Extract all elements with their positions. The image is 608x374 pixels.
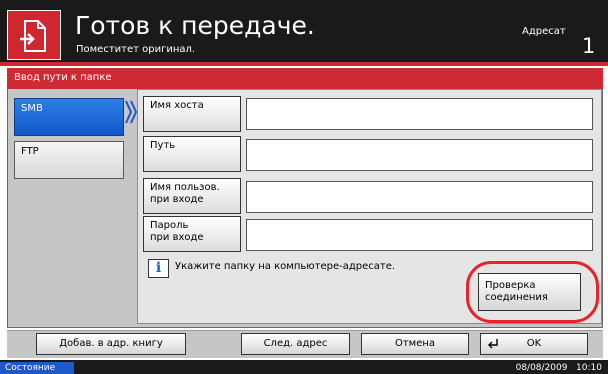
path-field[interactable] — [246, 139, 593, 171]
protocol-ftp-button[interactable]: FTP — [14, 141, 124, 179]
protocol-smb-button[interactable]: SMB — [14, 98, 124, 136]
host-name-field[interactable] — [246, 98, 593, 130]
host-name-label: Имя хоста — [150, 100, 204, 111]
login-password-button[interactable]: Пароль при входе — [143, 216, 241, 252]
panel-title: Ввод пути к папке — [14, 72, 112, 83]
cancel-button[interactable]: Отмена — [361, 333, 469, 355]
login-user-name-button[interactable]: Имя пользов. при входе — [143, 178, 241, 214]
login-password-label-line2: при входе — [150, 232, 204, 243]
status-label: Состояние — [5, 363, 56, 373]
header-bar: Готов к передаче. Поместитет оригинал. А… — [0, 0, 608, 62]
next-address-button[interactable]: След. адрес — [241, 333, 350, 355]
add-to-address-book-button[interactable]: Добав. в адр. книгу — [36, 333, 186, 355]
path-button[interactable]: Путь — [143, 136, 241, 172]
info-message: Укажите папку на компьютере-адресате. — [175, 261, 396, 272]
login-password-field[interactable] — [246, 219, 593, 251]
host-name-button[interactable]: Имя хоста — [143, 96, 241, 132]
status-datetime: 08/08/2009 10:10 — [515, 363, 602, 373]
login-password-label-line1: Пароль — [150, 220, 189, 231]
protocol-ftp-label: FTP — [21, 146, 39, 157]
double-chevron-right-icon — [125, 100, 138, 124]
connection-check-label-line1: Проверка — [485, 280, 536, 291]
document-send-icon — [7, 10, 61, 60]
path-label: Путь — [150, 140, 176, 151]
panel-title-bar: Ввод пути к папке — [7, 68, 603, 89]
connection-check-label-line2: соединения — [485, 292, 548, 303]
login-user-name-label-line2: при входе — [150, 194, 204, 205]
destination-label: Адресат — [522, 26, 566, 37]
connection-check-button[interactable]: Проверка соединения — [478, 273, 581, 311]
info-icon: i — [148, 259, 169, 278]
enter-icon — [488, 339, 498, 349]
login-user-name-field[interactable] — [246, 181, 593, 213]
destination-count: 1 — [582, 34, 596, 58]
screen: Готов к передаче. Поместитет оригинал. А… — [0, 0, 608, 374]
login-user-name-label-line1: Имя пользов. — [150, 182, 220, 193]
page-subtitle: Поместитет оригинал. — [76, 44, 196, 55]
header-divider — [0, 62, 608, 66]
page-title: Готов к передаче. — [75, 11, 315, 40]
protocol-smb-label: SMB — [21, 103, 43, 114]
